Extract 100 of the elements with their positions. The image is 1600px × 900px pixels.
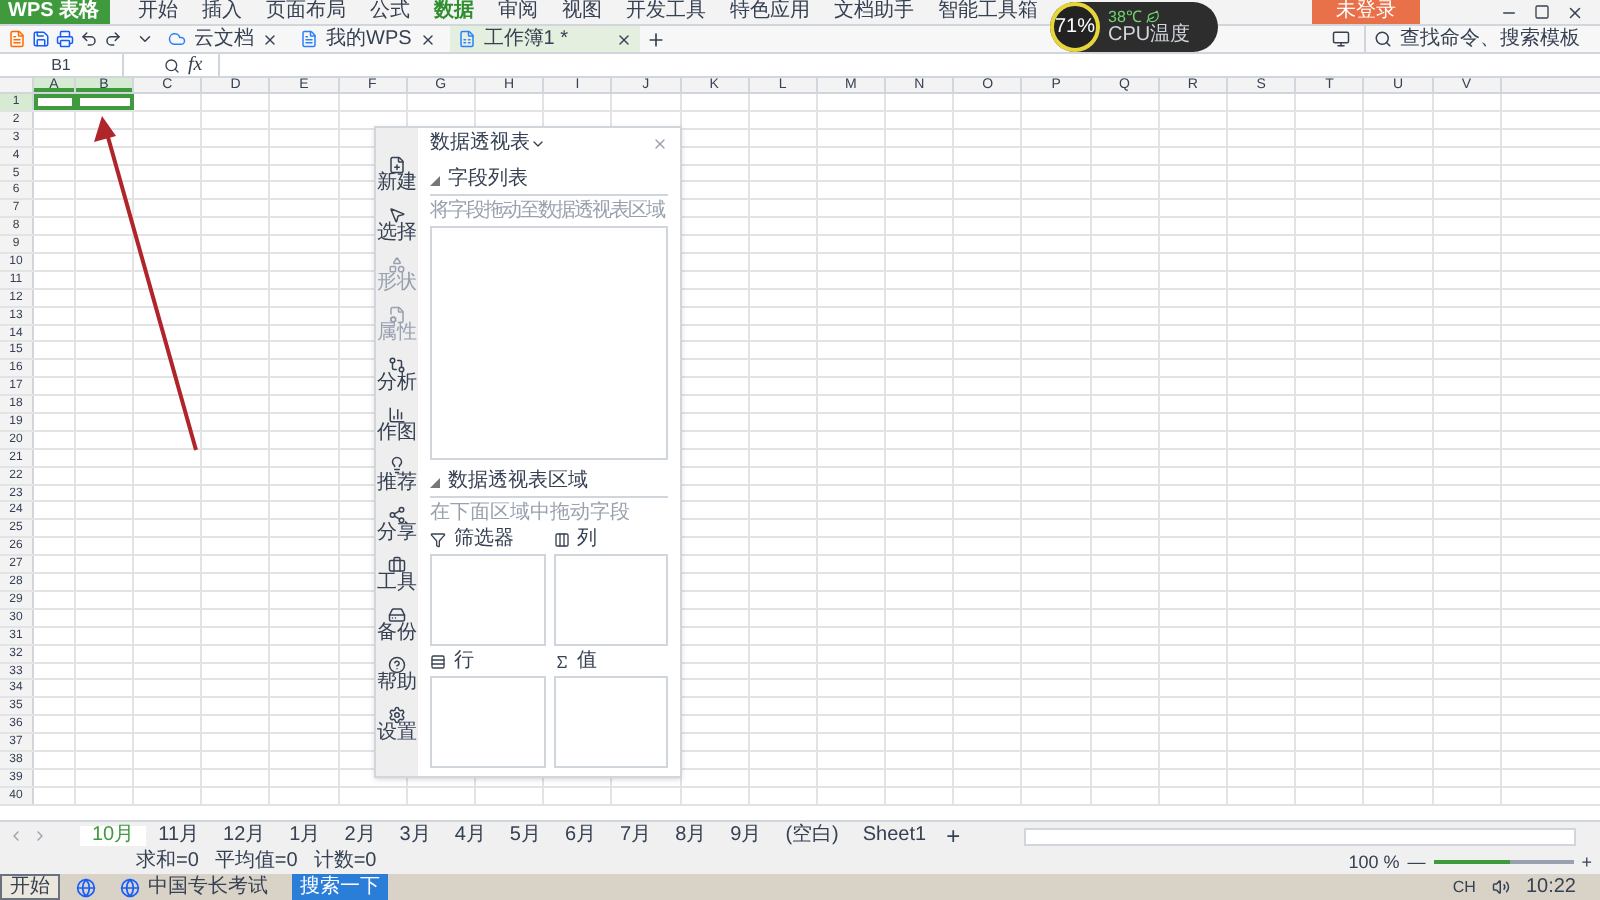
status-text: 平均值=0 bbox=[214, 852, 298, 872]
zoom-in-button[interactable]: + bbox=[1581, 853, 1592, 871]
collapse-triangle-icon[interactable] bbox=[430, 477, 440, 487]
sheet-tab[interactable]: 1月 bbox=[277, 826, 333, 846]
sidebar-tool[interactable]: 备份 bbox=[376, 602, 418, 648]
name-box[interactable]: B1 bbox=[0, 54, 124, 76]
sheet-tab[interactable]: 9月 bbox=[718, 826, 774, 846]
monitor-icon[interactable] bbox=[1332, 30, 1350, 48]
sidebar-tool[interactable]: 新建 bbox=[376, 152, 418, 198]
sidebar-tool[interactable]: 帮助 bbox=[376, 652, 418, 698]
document-tab[interactable]: 云文档 bbox=[160, 26, 286, 52]
sidebar-tool[interactable]: 作图 bbox=[376, 402, 418, 448]
menu-tab[interactable]: 智能工具箱 bbox=[926, 2, 1050, 22]
panel-title[interactable]: 数据透视表 bbox=[430, 134, 530, 154]
section-heading[interactable]: 数据透视表区域 bbox=[448, 472, 588, 492]
menu-tab[interactable]: 公式 bbox=[358, 2, 422, 22]
area-label: 列 bbox=[577, 530, 597, 550]
first-sheet-icon[interactable] bbox=[8, 828, 24, 844]
zoom-value: 100 % bbox=[1348, 853, 1400, 871]
close-icon[interactable] bbox=[1566, 3, 1584, 21]
menu-tab[interactable]: 开发工具 bbox=[614, 2, 718, 22]
new-file-icon bbox=[388, 156, 406, 174]
status-text: 计数=0 bbox=[313, 852, 377, 872]
briefcase-icon bbox=[388, 556, 406, 574]
function-label[interactable]: fx bbox=[188, 55, 203, 75]
maximize-icon[interactable] bbox=[1534, 4, 1550, 20]
sidebar-tool[interactable]: 分析 bbox=[376, 352, 418, 398]
sidebar-tool[interactable]: 分享 bbox=[376, 502, 418, 548]
document-icon bbox=[300, 30, 318, 48]
search-field[interactable]: 查找命令、搜索模板 bbox=[1364, 24, 1592, 54]
sheet-tab[interactable]: (空白) bbox=[773, 826, 851, 846]
language-indicator[interactable]: CH bbox=[1452, 879, 1476, 895]
settings-icon bbox=[388, 706, 406, 724]
save-icon[interactable] bbox=[32, 30, 50, 48]
sidebar-tool[interactable]: 选择 bbox=[376, 202, 418, 248]
leaf-icon bbox=[1145, 10, 1160, 24]
search-icon bbox=[1374, 30, 1392, 48]
selected-cell[interactable] bbox=[34, 94, 76, 110]
sheet-tab[interactable]: 2月 bbox=[332, 826, 388, 846]
area-icon bbox=[553, 654, 569, 670]
sheet-tab[interactable]: 8月 bbox=[663, 826, 719, 846]
section-heading[interactable]: 字段列表 bbox=[448, 170, 528, 190]
caret-icon[interactable] bbox=[136, 30, 154, 48]
cpu-usage: 71% bbox=[1054, 17, 1096, 37]
undo-icon[interactable] bbox=[80, 30, 98, 48]
close-icon[interactable] bbox=[419, 31, 436, 47]
menu-tab[interactable]: 插入 bbox=[190, 2, 254, 22]
field-list-box[interactable] bbox=[430, 226, 668, 460]
close-icon[interactable] bbox=[262, 31, 278, 47]
start-button[interactable]: 开始 bbox=[0, 874, 60, 900]
add-sheet-button[interactable]: + bbox=[946, 824, 961, 848]
zoom-icon[interactable] bbox=[164, 57, 180, 73]
area-label: 值 bbox=[577, 652, 597, 672]
sheet-tab[interactable]: 3月 bbox=[387, 826, 443, 846]
sheet-tab[interactable]: 4月 bbox=[442, 826, 498, 846]
shapes-icon bbox=[388, 256, 406, 274]
sheet-tab[interactable]: 6月 bbox=[552, 826, 609, 846]
compare-icon bbox=[388, 356, 406, 374]
cpu-label: CPU温度 bbox=[1108, 25, 1191, 45]
sheet-tab[interactable]: 12月 bbox=[211, 826, 278, 846]
cpu-temperature: 38℃ bbox=[1108, 9, 1142, 25]
zoom-out-button[interactable]: — bbox=[1407, 853, 1426, 871]
volume-icon[interactable] bbox=[1491, 878, 1510, 896]
print-icon[interactable] bbox=[56, 30, 74, 48]
menu-tab[interactable]: 开始 bbox=[126, 2, 190, 22]
horizontal-scrollbar[interactable] bbox=[1024, 827, 1576, 845]
share-icon bbox=[388, 506, 406, 524]
document-icon bbox=[168, 30, 186, 48]
document-tab[interactable]: 我的WPS bbox=[292, 26, 444, 52]
menu-tab[interactable]: 页面布局 bbox=[254, 2, 358, 22]
sheet-tab[interactable]: 5月 bbox=[497, 826, 553, 846]
browser-icon[interactable] bbox=[76, 877, 96, 897]
sheet-tab[interactable]: Sheet1 bbox=[850, 826, 939, 846]
lightbulb-icon bbox=[388, 456, 406, 474]
sidebar-tool[interactable]: 推荐 bbox=[376, 452, 418, 498]
menu-tab[interactable]: 视图 bbox=[550, 2, 614, 22]
sidebar-tool[interactable]: 工具 bbox=[376, 552, 418, 598]
area-icon bbox=[430, 654, 446, 670]
taskbar-item[interactable]: 中国专长考试 bbox=[112, 874, 276, 900]
help-icon bbox=[388, 656, 406, 674]
drive-icon bbox=[388, 606, 406, 624]
menu-tab[interactable]: 数据 bbox=[422, 2, 486, 22]
selected-cell[interactable] bbox=[76, 94, 134, 110]
close-icon[interactable] bbox=[615, 31, 632, 47]
sheet-tab[interactable]: 7月 bbox=[608, 826, 664, 846]
status-text: 求和=0 bbox=[136, 852, 199, 872]
sheet-tab[interactable]: 11月 bbox=[146, 826, 212, 846]
sheet-tab[interactable]: 10月 bbox=[80, 826, 147, 846]
area-icon bbox=[430, 532, 446, 548]
area-icon bbox=[553, 532, 569, 548]
document-tab[interactable]: 工作簿1 * bbox=[449, 26, 640, 52]
redo-icon[interactable] bbox=[104, 30, 122, 48]
browser-icon bbox=[120, 877, 140, 897]
open-icon[interactable] bbox=[8, 30, 26, 48]
next-sheet-icon[interactable] bbox=[32, 828, 48, 844]
sidebar-tool[interactable]: 设置 bbox=[376, 702, 418, 748]
collapse-triangle-icon[interactable] bbox=[430, 175, 440, 185]
new-tab-icon[interactable] bbox=[645, 29, 666, 49]
caret-icon[interactable] bbox=[530, 136, 546, 152]
search-button[interactable]: 搜索一下 bbox=[292, 874, 388, 900]
